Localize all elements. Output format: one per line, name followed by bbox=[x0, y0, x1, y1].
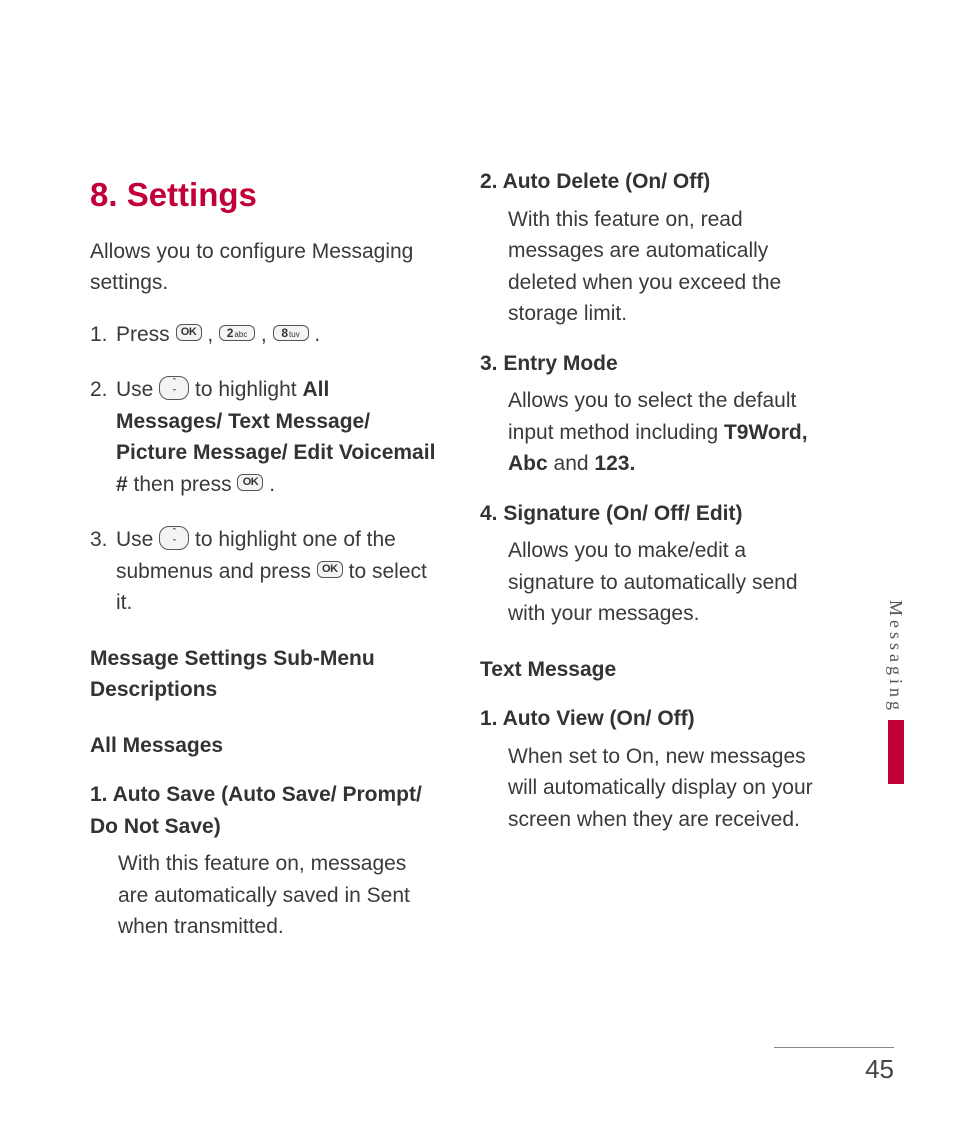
comma: , bbox=[261, 323, 273, 346]
step-number: 2. bbox=[90, 374, 116, 500]
ok-key-icon: OK bbox=[237, 474, 263, 491]
text: then press bbox=[134, 473, 238, 496]
side-tab: Messaging bbox=[885, 600, 906, 784]
section-title: 8. Settings bbox=[90, 170, 440, 220]
entry-mode-body: Allows you to select the default input m… bbox=[508, 385, 830, 480]
step-body: Use ˆˇ to highlight one of the submenus … bbox=[116, 524, 440, 619]
period: . bbox=[269, 473, 275, 496]
footer-rule bbox=[774, 1047, 894, 1048]
side-tab-marker bbox=[888, 720, 904, 784]
auto-view-title: 1. Auto View (On/ Off) bbox=[480, 703, 830, 735]
eight-key-icon: 8tuv bbox=[273, 325, 309, 341]
auto-view-body: When set to On, new messages will automa… bbox=[508, 741, 830, 836]
text: Use bbox=[116, 528, 159, 551]
ok-key-icon: OK bbox=[317, 561, 343, 578]
auto-delete-title: 2. Auto Delete (On/ Off) bbox=[480, 166, 830, 198]
auto-delete-body: With this feature on, read messages are … bbox=[508, 204, 830, 330]
submenu-descriptions-heading: Message Settings Sub-Menu Descriptions bbox=[90, 643, 440, 706]
text: Press bbox=[116, 323, 176, 346]
intro-text: Allows you to configure Messaging settin… bbox=[90, 236, 440, 299]
page-number: 45 bbox=[774, 1054, 894, 1085]
step-1: 1. Press OK , 2abc , 8tuv . bbox=[90, 319, 440, 351]
step-body: Press OK , 2abc , 8tuv . bbox=[116, 319, 440, 351]
text: Use bbox=[116, 378, 159, 401]
text: and bbox=[554, 452, 595, 475]
page-footer: 45 bbox=[774, 1047, 894, 1085]
text: to highlight bbox=[195, 378, 302, 401]
signature-body: Allows you to make/edit a signature to a… bbox=[508, 535, 830, 630]
comma: , bbox=[207, 323, 219, 346]
two-key-icon: 2abc bbox=[219, 325, 255, 341]
period: . bbox=[314, 323, 320, 346]
step-3: 3. Use ˆˇ to highlight one of the submen… bbox=[90, 524, 440, 619]
nav-key-icon: ˆˇ bbox=[159, 526, 189, 550]
text-message-heading: Text Message bbox=[480, 654, 830, 686]
auto-save-body: With this feature on, messages are autom… bbox=[118, 848, 440, 943]
bold: 123. bbox=[594, 452, 635, 475]
step-2: 2. Use ˆˇ to highlight All Messages/ Tex… bbox=[90, 374, 440, 500]
step-body: Use ˆˇ to highlight All Messages/ Text M… bbox=[116, 374, 440, 500]
right-column: 2. Auto Delete (On/ Off) With this featu… bbox=[480, 160, 830, 961]
entry-mode-title: 3. Entry Mode bbox=[480, 348, 830, 380]
ok-key-icon: OK bbox=[176, 324, 202, 341]
all-messages-heading: All Messages bbox=[90, 730, 440, 762]
step-number: 3. bbox=[90, 524, 116, 619]
auto-save-title: 1. Auto Save (Auto Save/ Prompt/ Do Not … bbox=[90, 779, 440, 842]
step-number: 1. bbox=[90, 319, 116, 351]
content-columns: 8. Settings Allows you to configure Mess… bbox=[90, 160, 854, 961]
side-tab-label: Messaging bbox=[885, 600, 906, 714]
left-column: 8. Settings Allows you to configure Mess… bbox=[90, 160, 440, 961]
signature-title: 4. Signature (On/ Off/ Edit) bbox=[480, 498, 830, 530]
manual-page: 8. Settings Allows you to configure Mess… bbox=[0, 0, 954, 1145]
nav-key-icon: ˆˇ bbox=[159, 376, 189, 400]
